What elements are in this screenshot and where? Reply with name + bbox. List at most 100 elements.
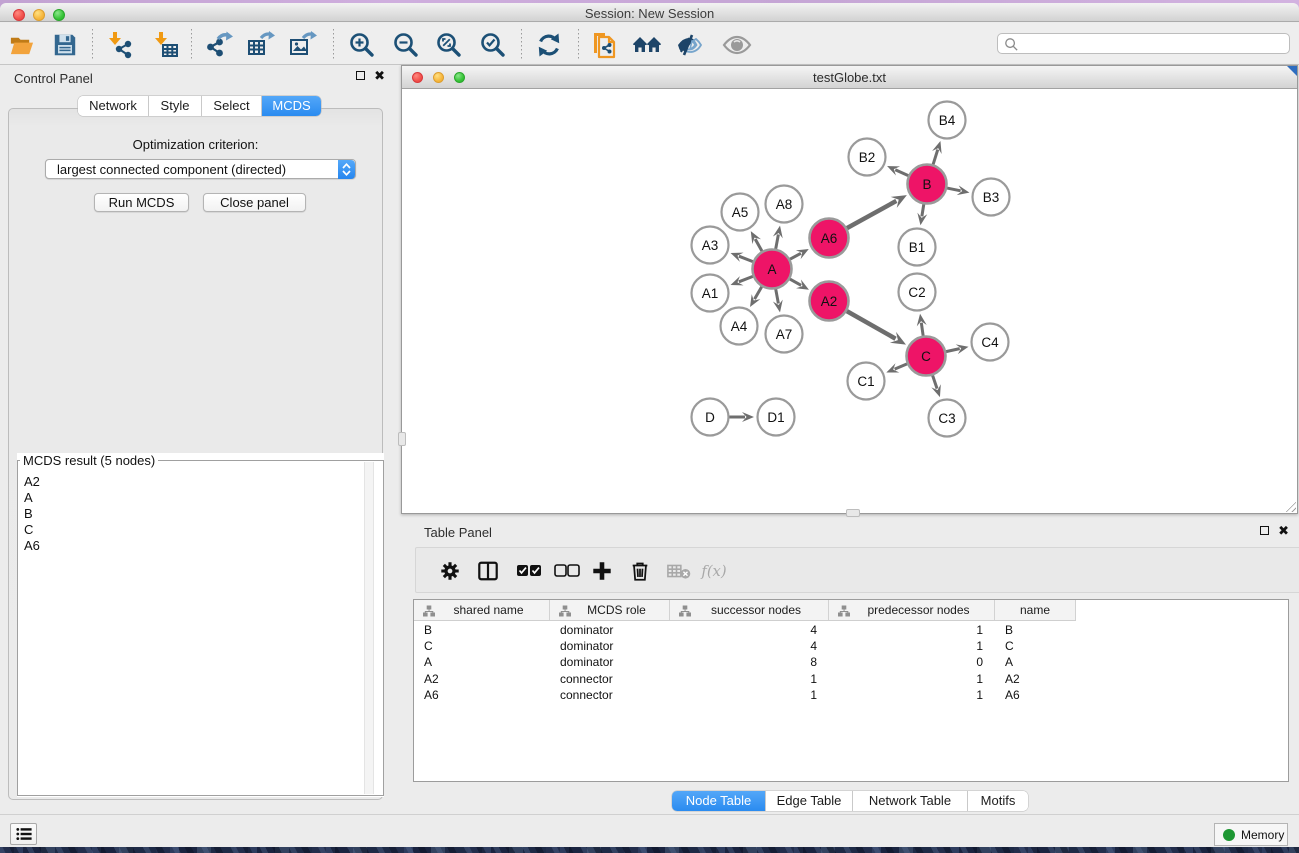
column-header-shared-name[interactable]: shared name <box>414 600 550 620</box>
graph-node-label-A[interactable]: A <box>767 262 776 277</box>
table-tab-motifs[interactable]: Motifs <box>968 791 1028 811</box>
mcds-result-list[interactable]: A2 A B C A6 <box>18 474 362 793</box>
edge-C-C1[interactable] <box>895 364 907 369</box>
deselect-all-icon[interactable] <box>553 557 581 585</box>
edge-A-A7[interactable] <box>776 289 779 303</box>
cell-predecessor_nodes[interactable]: 1 <box>837 688 983 702</box>
mcds-result-item[interactable]: A6 <box>18 538 362 554</box>
graph-node-label-B4[interactable]: B4 <box>939 113 956 128</box>
table-row[interactable]: Adominator80A <box>414 654 1288 670</box>
function-builder-icon[interactable]: f(x) <box>700 557 728 585</box>
network-canvas[interactable]: AA6A2BCA5A8A3A1A4A7B2B4B3B1C2C4C1C3DD1 <box>402 89 1297 513</box>
graph-node-label-A5[interactable]: A5 <box>732 205 749 220</box>
cell-successor_nodes[interactable]: 4 <box>678 639 817 653</box>
split-table-icon[interactable] <box>474 557 502 585</box>
close-panel-button[interactable]: Close panel <box>203 193 306 212</box>
table-tab-network-table[interactable]: Network Table <box>853 791 968 811</box>
delete-table-icon[interactable] <box>665 557 693 585</box>
edge-B-B4[interactable] <box>933 150 938 165</box>
table-float-panel-icon[interactable] <box>1260 526 1269 535</box>
edge-C-C4[interactable] <box>946 349 960 352</box>
edge-A-A3[interactable] <box>739 256 753 261</box>
import-table-icon[interactable] <box>150 30 180 60</box>
edge-A-A8[interactable] <box>776 234 779 248</box>
cell-shared_name[interactable]: A2 <box>424 672 548 686</box>
graph-node-label-A4[interactable]: A4 <box>731 319 748 334</box>
control-tab-mcds[interactable]: MCDS <box>262 96 321 116</box>
graph-node-label-D1[interactable]: D1 <box>767 410 784 425</box>
task-history-button[interactable] <box>10 823 37 845</box>
cell-mcds_role[interactable]: dominator <box>560 623 668 637</box>
graph-node-label-A3[interactable]: A3 <box>702 238 719 253</box>
cell-name[interactable]: A <box>1005 655 1074 669</box>
cell-successor_nodes[interactable]: 1 <box>678 672 817 686</box>
graph-node-label-C3[interactable]: C3 <box>938 411 955 426</box>
cell-mcds_role[interactable]: connector <box>560 688 668 702</box>
cell-shared_name[interactable]: C <box>424 639 548 653</box>
graph-node-label-A2[interactable]: A2 <box>821 294 838 309</box>
graph-node-label-D[interactable]: D <box>705 410 715 425</box>
cell-mcds_role[interactable]: connector <box>560 672 668 686</box>
edge-C-C2[interactable] <box>921 323 923 336</box>
mcds-result-item[interactable]: C <box>18 522 362 538</box>
cell-mcds_role[interactable]: dominator <box>560 639 668 653</box>
edge-B-B3[interactable] <box>947 188 961 191</box>
graph-node-label-C2[interactable]: C2 <box>908 285 925 300</box>
delete-column-icon[interactable] <box>626 557 654 585</box>
mcds-result-item[interactable]: A2 <box>18 474 362 490</box>
export-network-icon[interactable] <box>204 30 234 60</box>
edge-B-B1[interactable] <box>922 204 924 216</box>
table-row[interactable]: A2 connector 1 1 A2 <box>414 671 1288 687</box>
show-selected-icon[interactable] <box>722 30 752 60</box>
window-bottom-grip[interactable] <box>846 509 860 517</box>
edge-A-A1[interactable] <box>739 276 753 281</box>
edge-A-A4[interactable] <box>755 287 762 299</box>
column-settings-gear-icon[interactable] <box>436 557 464 585</box>
memory-button[interactable]: Memory <box>1214 823 1288 846</box>
graph-node-label-C1[interactable]: C1 <box>857 374 874 389</box>
close-panel-icon[interactable]: ✖ <box>374 70 385 81</box>
cell-shared_name[interactable]: B <box>424 623 548 637</box>
result-scrollbar-track[interactable] <box>364 462 374 794</box>
mcds-result-item[interactable]: A <box>18 490 362 506</box>
export-image-icon[interactable] <box>288 30 318 60</box>
new-session-icon[interactable] <box>590 30 620 60</box>
refresh-icon[interactable] <box>534 30 564 60</box>
window-left-grip[interactable] <box>398 432 406 446</box>
show-all-networks-icon[interactable] <box>632 30 662 60</box>
hide-selected-icon[interactable] <box>675 30 705 60</box>
table-row[interactable]: Cdominator41C <box>414 638 1288 654</box>
table-row[interactable]: Bdominator 4 1 B <box>414 622 1288 638</box>
table-tab-node-table[interactable]: Node Table <box>672 791 766 811</box>
import-network-icon[interactable] <box>105 30 135 60</box>
zoom-fit-icon[interactable] <box>434 30 464 60</box>
cell-predecessor_nodes[interactable]: 1 <box>837 672 983 686</box>
float-panel-icon[interactable] <box>356 71 365 80</box>
graph-node-label-B2[interactable]: B2 <box>859 150 876 165</box>
graph-node-label-B3[interactable]: B3 <box>983 190 1000 205</box>
select-all-icon[interactable] <box>515 557 543 585</box>
cell-predecessor_nodes[interactable]: 1 <box>837 623 983 637</box>
cell-name[interactable]: C <box>1005 639 1074 653</box>
edge-A2-C[interactable] <box>847 311 896 339</box>
cell-name[interactable]: A2 <box>1005 672 1074 686</box>
zoom-selected-icon[interactable] <box>478 30 508 60</box>
cell-mcds_role[interactable]: dominator <box>560 655 668 669</box>
export-table-icon[interactable] <box>246 30 276 60</box>
cell-name[interactable]: B <box>1005 623 1074 637</box>
save-session-icon[interactable] <box>50 30 80 60</box>
network-window-titlebar[interactable]: testGlobe.txt <box>402 66 1297 89</box>
edge-A6-B[interactable] <box>847 201 896 228</box>
cell-successor_nodes[interactable]: 4 <box>678 623 817 637</box>
cell-successor_nodes[interactable]: 8 <box>678 655 817 669</box>
graph-node-label-A1[interactable]: A1 <box>702 286 719 301</box>
cell-predecessor_nodes[interactable]: 0 <box>837 655 983 669</box>
graph-node-label-C[interactable]: C <box>921 349 931 364</box>
table-row[interactable]: A6connector11A6 <box>414 687 1288 703</box>
open-file-icon[interactable] <box>6 30 36 60</box>
table-close-panel-icon[interactable]: ✖ <box>1278 525 1289 536</box>
cell-name[interactable]: A6 <box>1005 688 1074 702</box>
cell-successor_nodes[interactable]: 1 <box>678 688 817 702</box>
mcds-result-item[interactable]: B <box>18 506 362 522</box>
edge-A-A6[interactable] <box>790 253 801 259</box>
